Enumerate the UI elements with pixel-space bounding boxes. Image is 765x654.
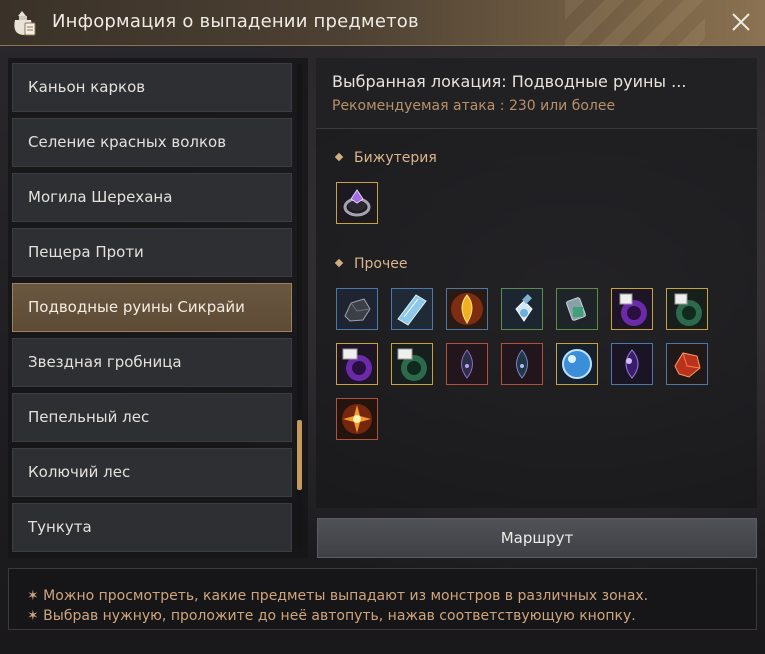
item-slot-black-stone[interactable] (336, 288, 378, 330)
location-item-tunkuta[interactable]: Тункута (12, 503, 292, 552)
item-slot-purple-scroll[interactable] (611, 288, 653, 330)
item-slot-flame-gem[interactable] (446, 288, 488, 330)
route-button[interactable]: Маршрут (317, 518, 757, 558)
diamond-bullet-icon (334, 152, 344, 162)
location-item-thorn-forest[interactable]: Колючий лес (12, 448, 292, 497)
location-item-ash-forest[interactable]: Пепельный лес (12, 393, 292, 442)
ring-icon (337, 183, 377, 223)
purple-scroll-icon (612, 289, 652, 329)
flame-gem-icon (447, 289, 487, 329)
section-accessories-title: Бижутерия (354, 150, 437, 166)
selected-location-title: Выбранная локация: Подводные руины ... (332, 72, 687, 91)
title-bar: Информация о выпадении предметов (0, 0, 765, 46)
blue-orb-icon (557, 344, 597, 384)
item-slot-dark-seed[interactable] (446, 343, 488, 385)
item-slot-dark-seed-2[interactable] (501, 343, 543, 385)
item-slot-purple-scroll-2[interactable] (336, 343, 378, 385)
item-slot-ring[interactable] (336, 182, 378, 224)
location-item-karkov-canyon[interactable]: Каньон карков (12, 63, 292, 112)
scroll-pouch-icon (557, 289, 597, 329)
item-slot-crystal-shard[interactable] (391, 288, 433, 330)
item-slot-potion[interactable] (501, 288, 543, 330)
green-scroll-icon (392, 344, 432, 384)
item-slot-green-scroll[interactable] (666, 288, 708, 330)
fire-burst-icon (337, 399, 377, 439)
black-stone-icon (337, 289, 377, 329)
section-other-title: Прочее (354, 256, 408, 272)
item-slot-green-scroll-2[interactable] (391, 343, 433, 385)
drop-details-panel: Выбранная локация: Подводные руины ... Р… (316, 58, 757, 508)
dark-seed-icon (502, 344, 542, 384)
section-other-header: Прочее (334, 256, 408, 272)
recommended-attack: Рекомендуемая атака : 230 или более (332, 98, 616, 114)
location-header: Выбранная локация: Подводные руины ... Р… (316, 58, 757, 129)
note-line-2: ✶ Выбрав нужную, проложите до неё автопу… (27, 608, 636, 624)
scrollbar-thumb[interactable] (297, 420, 302, 490)
location-list: Каньон карков Селение красных волков Мог… (8, 58, 308, 558)
location-item-proti-cave[interactable]: Пещера Проти (12, 228, 292, 277)
dark-seed-icon (447, 344, 487, 384)
location-scrollbar[interactable] (297, 64, 302, 548)
note-line-1: ✶ Можно просмотреть, какие предметы выпа… (27, 588, 649, 604)
location-item-star-tomb[interactable]: Звездная гробница (12, 338, 292, 387)
location-item-sycraia-ruins[interactable]: Подводные руины Сикрайи (12, 283, 292, 332)
item-slot-blue-orb[interactable] (556, 343, 598, 385)
window-title: Информация о выпадении предметов (52, 11, 419, 32)
item-slot-scroll-pouch[interactable] (556, 288, 598, 330)
diamond-bullet-icon (334, 258, 344, 268)
section-accessories-header: Бижутерия (334, 150, 437, 166)
title-decoration (565, 0, 705, 46)
crystal-shard-icon (392, 289, 432, 329)
purple-gem-icon (612, 344, 652, 384)
red-gem-icon (667, 344, 707, 384)
help-notes: ✶ Можно просмотреть, какие предметы выпа… (8, 568, 757, 630)
close-icon[interactable] (729, 10, 753, 34)
item-slot-fire-burst[interactable] (336, 398, 378, 440)
green-scroll-icon (667, 289, 707, 329)
loot-bag-icon (8, 8, 38, 38)
potion-icon (502, 289, 542, 329)
location-item-red-wolves-village[interactable]: Селение красных волков (12, 118, 292, 167)
location-item-sherekhan-tomb[interactable]: Могила Шерехана (12, 173, 292, 222)
purple-scroll-icon (337, 344, 377, 384)
item-slot-red-gem[interactable] (666, 343, 708, 385)
item-slot-purple-gem[interactable] (611, 343, 653, 385)
